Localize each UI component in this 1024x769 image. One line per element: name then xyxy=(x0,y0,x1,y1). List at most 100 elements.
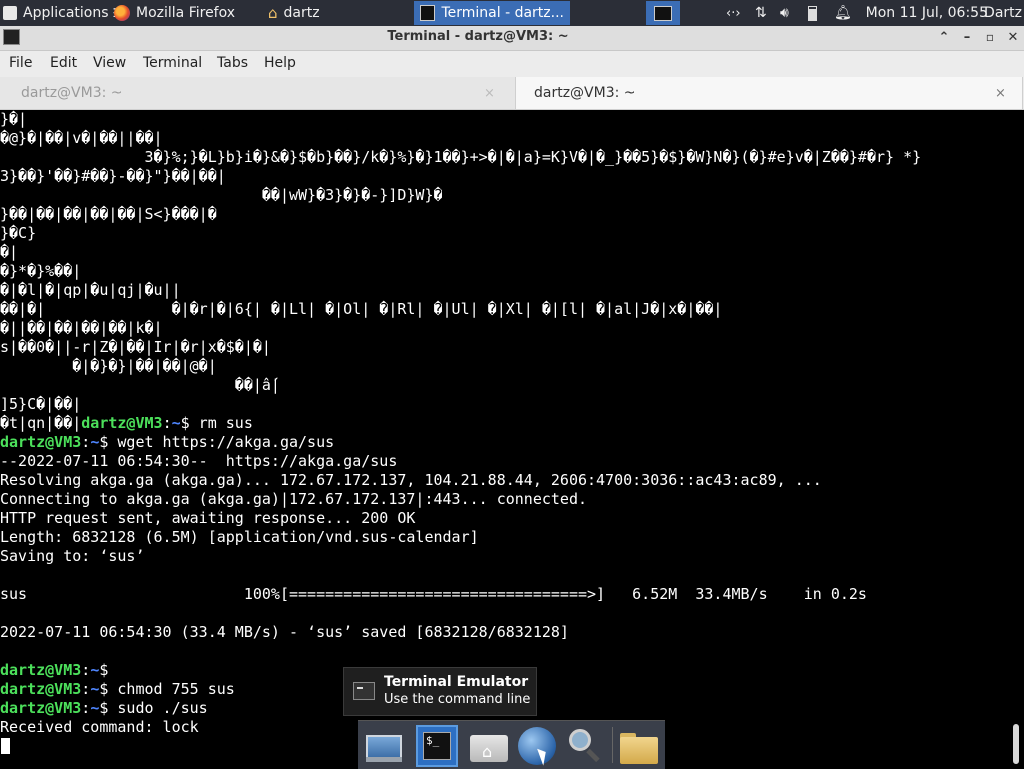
prompt-colon: : xyxy=(81,661,91,679)
xfce-logo-icon xyxy=(3,6,17,20)
home-folder-icon: ⌂ xyxy=(268,4,278,22)
progress-line: sus 100%[===============================… xyxy=(0,585,867,603)
output-line: --2022-07-11 06:54:30-- https://akga.ga/… xyxy=(0,452,398,470)
prompt-path: ~ xyxy=(90,699,100,717)
user-menu[interactable]: Dartz xyxy=(984,0,1022,26)
garbage-line: ]5}C�|��| xyxy=(0,395,82,413)
roll-up-icon[interactable]: ⌃ xyxy=(935,28,953,46)
terminal-scrollbar[interactable] xyxy=(1010,110,1024,768)
menu-help[interactable]: Help xyxy=(264,55,296,71)
tab-1[interactable]: dartz@VM3: ~ × xyxy=(0,77,515,109)
tooltip-title: Terminal Emulator xyxy=(384,674,529,690)
prompt-path: ~ xyxy=(90,661,100,679)
command-line-wget: dartz@VM3:~$ wget https://akga.ga/sus xyxy=(0,433,334,452)
taskbar-label: dartz xyxy=(283,5,320,21)
command-text: rm sus xyxy=(189,414,253,432)
text-cursor xyxy=(1,738,10,754)
command-line-rm: �t|qn|��|dartz@VM3:~$ rm sus xyxy=(0,414,253,433)
menu-tabs[interactable]: Tabs xyxy=(217,55,248,71)
taskbar-terminal[interactable]: Terminal - dartz... xyxy=(414,1,570,25)
taskbar-dartz[interactable]: ⌂ dartz xyxy=(262,1,382,25)
taskbar-label: Mozilla Firefox xyxy=(136,5,236,21)
garbage-line: }��|��|��|��|��|S<}���|� xyxy=(0,205,217,223)
applications-menu[interactable]: Applications ☰ xyxy=(0,0,123,26)
top-panel: Applications ☰ Mozilla Firefox ⌂ dartz T… xyxy=(0,0,1024,26)
garbage-line: �| xyxy=(0,243,19,261)
prompt-user-host: dartz@VM3 xyxy=(0,699,82,717)
command-line-chmod: dartz@VM3:~$ chmod 755 sus xyxy=(0,680,235,699)
output-line: Connecting to akga.ga (akga.ga)|172.67.1… xyxy=(0,490,587,508)
garbage-line: ��|�| �|�r|�|6{| �|Ll| �|Ol| �|Rl| �|Ul|… xyxy=(0,300,723,318)
maximize-icon[interactable]: ▫ xyxy=(981,28,999,46)
window-title: Terminal - dartz@VM3: ~ xyxy=(387,29,569,44)
output-line: Saving to: ‘sus’ xyxy=(0,547,145,565)
prompt-path: ~ xyxy=(90,433,100,451)
garbage-line: }�C} xyxy=(0,224,37,242)
garbage-line: �@}�|��|v�|��||��| xyxy=(0,129,163,147)
web-browser-icon[interactable] xyxy=(516,725,558,767)
prompt-user-host: dartz@VM3 xyxy=(0,433,82,451)
garbage-line: }�| xyxy=(0,110,28,128)
terminal-icon xyxy=(654,5,672,21)
prompt-colon: : xyxy=(81,433,91,451)
transfer-arrows-icon[interactable]: ⇅ xyxy=(755,0,767,26)
minimize-icon[interactable]: – xyxy=(958,28,976,46)
taskbar-firefox[interactable]: Mozilla Firefox xyxy=(108,1,244,25)
garbage-prefix: �t|qn|��| xyxy=(0,414,82,432)
garbage-line: �|�l|�|qp|�u|qj|�u|| xyxy=(0,281,181,299)
command-text: chmod 755 sus xyxy=(108,680,235,698)
menu-terminal[interactable]: Terminal xyxy=(143,55,202,71)
prompt-symbol: $ xyxy=(180,414,190,432)
tab-label: dartz@VM3: ~ xyxy=(21,85,123,101)
garbage-line: 3}��}'��}#��}-��}"}��|��| xyxy=(0,167,226,185)
tab-2[interactable]: dartz@VM3: ~ × xyxy=(515,77,1023,109)
garbage-line: �}*�}%��| xyxy=(0,262,82,280)
dock-separator xyxy=(612,727,613,763)
prompt-path: ~ xyxy=(171,414,181,432)
window-titlebar[interactable]: Terminal - dartz@VM3: ~ ⌃ – ▫ ✕ xyxy=(0,26,1024,51)
prompt-colon: : xyxy=(81,680,91,698)
menu-file[interactable]: File xyxy=(9,55,32,71)
tab-bar: dartz@VM3: ~ × dartz@VM3: ~ × xyxy=(0,77,1024,110)
tab-close-icon[interactable]: × xyxy=(484,86,495,101)
desktop-icon[interactable] xyxy=(363,725,405,767)
clock[interactable]: Mon 11 Jul, 06:55 xyxy=(866,0,988,26)
garbage-line: ��|ấ| xyxy=(0,376,280,394)
output-line: Received command: lock xyxy=(0,718,199,736)
workspace-switcher[interactable] xyxy=(646,1,680,25)
close-icon[interactable]: ✕ xyxy=(1004,28,1022,46)
volume-icon[interactable]: 🔊︎ xyxy=(780,0,789,26)
garbage-line: 3�}%;}�L}b}i�}&�}$�b}��}/k�}%}�}1��}+>�|… xyxy=(0,148,922,166)
menu-edit[interactable]: Edit xyxy=(50,55,77,71)
tooltip-subtitle: Use the command line xyxy=(384,692,531,707)
terminal-icon[interactable]: $_ xyxy=(416,725,458,767)
network-icon[interactable]: ‹·› xyxy=(726,0,741,26)
scroll-thumb[interactable] xyxy=(1013,724,1019,764)
output-line: 2022-07-11 06:54:30 (33.4 MB/s) - ‘sus’ … xyxy=(0,623,569,641)
command-text: sudo ./sus xyxy=(108,699,208,717)
prompt-user-host: dartz@VM3 xyxy=(0,661,82,679)
search-icon[interactable] xyxy=(565,725,607,767)
prompt-colon: : xyxy=(162,414,172,432)
menubar: File Edit View Terminal Tabs Help xyxy=(0,51,1024,77)
dock-tooltip: Terminal Emulator Use the command line xyxy=(343,667,537,716)
terminal-icon xyxy=(420,5,436,21)
garbage-line: �|�}�}|��|��|@�| xyxy=(0,357,217,375)
folder-icon[interactable] xyxy=(618,725,660,767)
prompt-symbol: $ xyxy=(99,661,109,679)
battery-icon[interactable] xyxy=(808,0,817,26)
command-line-sudo: dartz@VM3:~$ sudo ./sus xyxy=(0,699,208,718)
output-line: Resolving akga.ga (akga.ga)... 172.67.17… xyxy=(0,471,822,489)
notification-bell-icon[interactable]: 🔔︎ xyxy=(834,0,852,26)
garbage-line: s|��0�||-r|Z�|��|Ir|�r|x�$�|�| xyxy=(0,338,271,356)
home-folder-icon[interactable]: ⌂ xyxy=(468,725,510,767)
command-line-empty: dartz@VM3:~$ xyxy=(0,661,108,680)
command-text: wget https://akga.ga/sus xyxy=(108,433,335,451)
firefox-icon xyxy=(114,5,130,21)
tab-close-icon[interactable]: × xyxy=(995,86,1006,101)
menu-view[interactable]: View xyxy=(93,55,126,71)
output-line: HTTP request sent, awaiting response... … xyxy=(0,509,416,527)
prompt-user-host: dartz@VM3 xyxy=(0,680,82,698)
prompt-path: ~ xyxy=(90,680,100,698)
prompt-user-host: dartz@VM3 xyxy=(81,414,163,432)
